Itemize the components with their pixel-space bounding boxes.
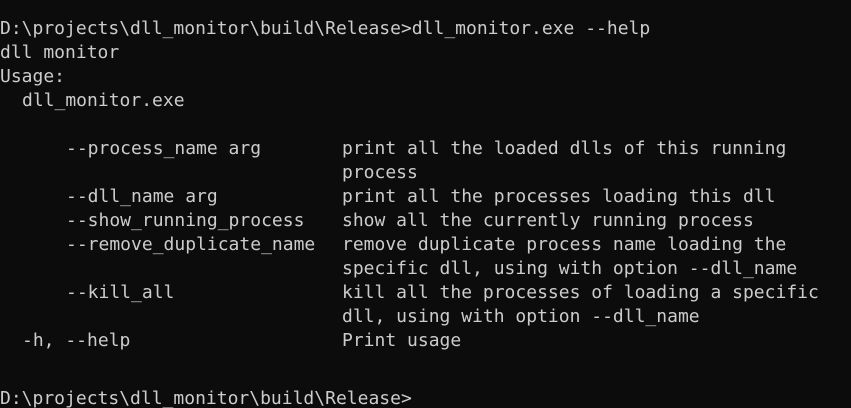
program-name: dll monitor bbox=[0, 42, 120, 63]
option-row-process-name-cont: process bbox=[0, 161, 851, 185]
usage-label: Usage: bbox=[0, 66, 66, 87]
option-flag: --show_running_process bbox=[66, 210, 305, 231]
option-description: remove duplicate process name loading th… bbox=[342, 234, 787, 255]
option-row-dll-name: --dll_name arg print all the processes l… bbox=[0, 185, 851, 209]
option-description: Print usage bbox=[342, 330, 462, 351]
option-flag: -h, --help bbox=[22, 330, 131, 351]
option-description: kill all the processes of loading a spec… bbox=[342, 282, 819, 303]
option-description: print all the processes loading this dll bbox=[342, 186, 776, 207]
option-description: dll, using with option --dll_name bbox=[342, 306, 700, 327]
option-description: print all the loaded dlls of this runnin… bbox=[342, 138, 787, 159]
option-description: show all the currently running process bbox=[342, 210, 754, 231]
command-line: D:\projects\dll_monitor\build\Release>dl… bbox=[0, 18, 651, 39]
next-prompt-line: D:\projects\dll_monitor\build\Release> bbox=[0, 388, 412, 408]
option-row-kill-all-cont: dll, using with option --dll_name bbox=[0, 305, 851, 329]
option-row-kill-all: --kill_all kill all the processes of loa… bbox=[0, 281, 851, 305]
option-row-show-running-process: --show_running_process show all the curr… bbox=[0, 209, 851, 233]
option-description: specific dll, using with option --dll_na… bbox=[342, 258, 798, 279]
option-flag: --dll_name arg bbox=[66, 186, 218, 207]
console-output[interactable]: D:\projects\dll_monitor\build\Release> dl… bbox=[0, 17, 851, 408]
option-row-remove-duplicate-name: --remove_duplicate_name remove duplicate… bbox=[0, 233, 851, 257]
option-row-process-name: --process_name arg print all the loaded … bbox=[0, 137, 851, 161]
option-row-remove-duplicate-name-cont: specific dll, using with option --dll_na… bbox=[0, 257, 851, 281]
option-flag: --remove_duplicate_name bbox=[66, 234, 316, 255]
option-flag: --kill_all bbox=[66, 282, 175, 303]
option-row-help: -h, --help Print usage bbox=[0, 329, 851, 353]
option-flag: --process_name arg bbox=[66, 138, 262, 159]
usage-command: dll_monitor.exe bbox=[22, 90, 185, 111]
option-description: process bbox=[342, 162, 418, 183]
